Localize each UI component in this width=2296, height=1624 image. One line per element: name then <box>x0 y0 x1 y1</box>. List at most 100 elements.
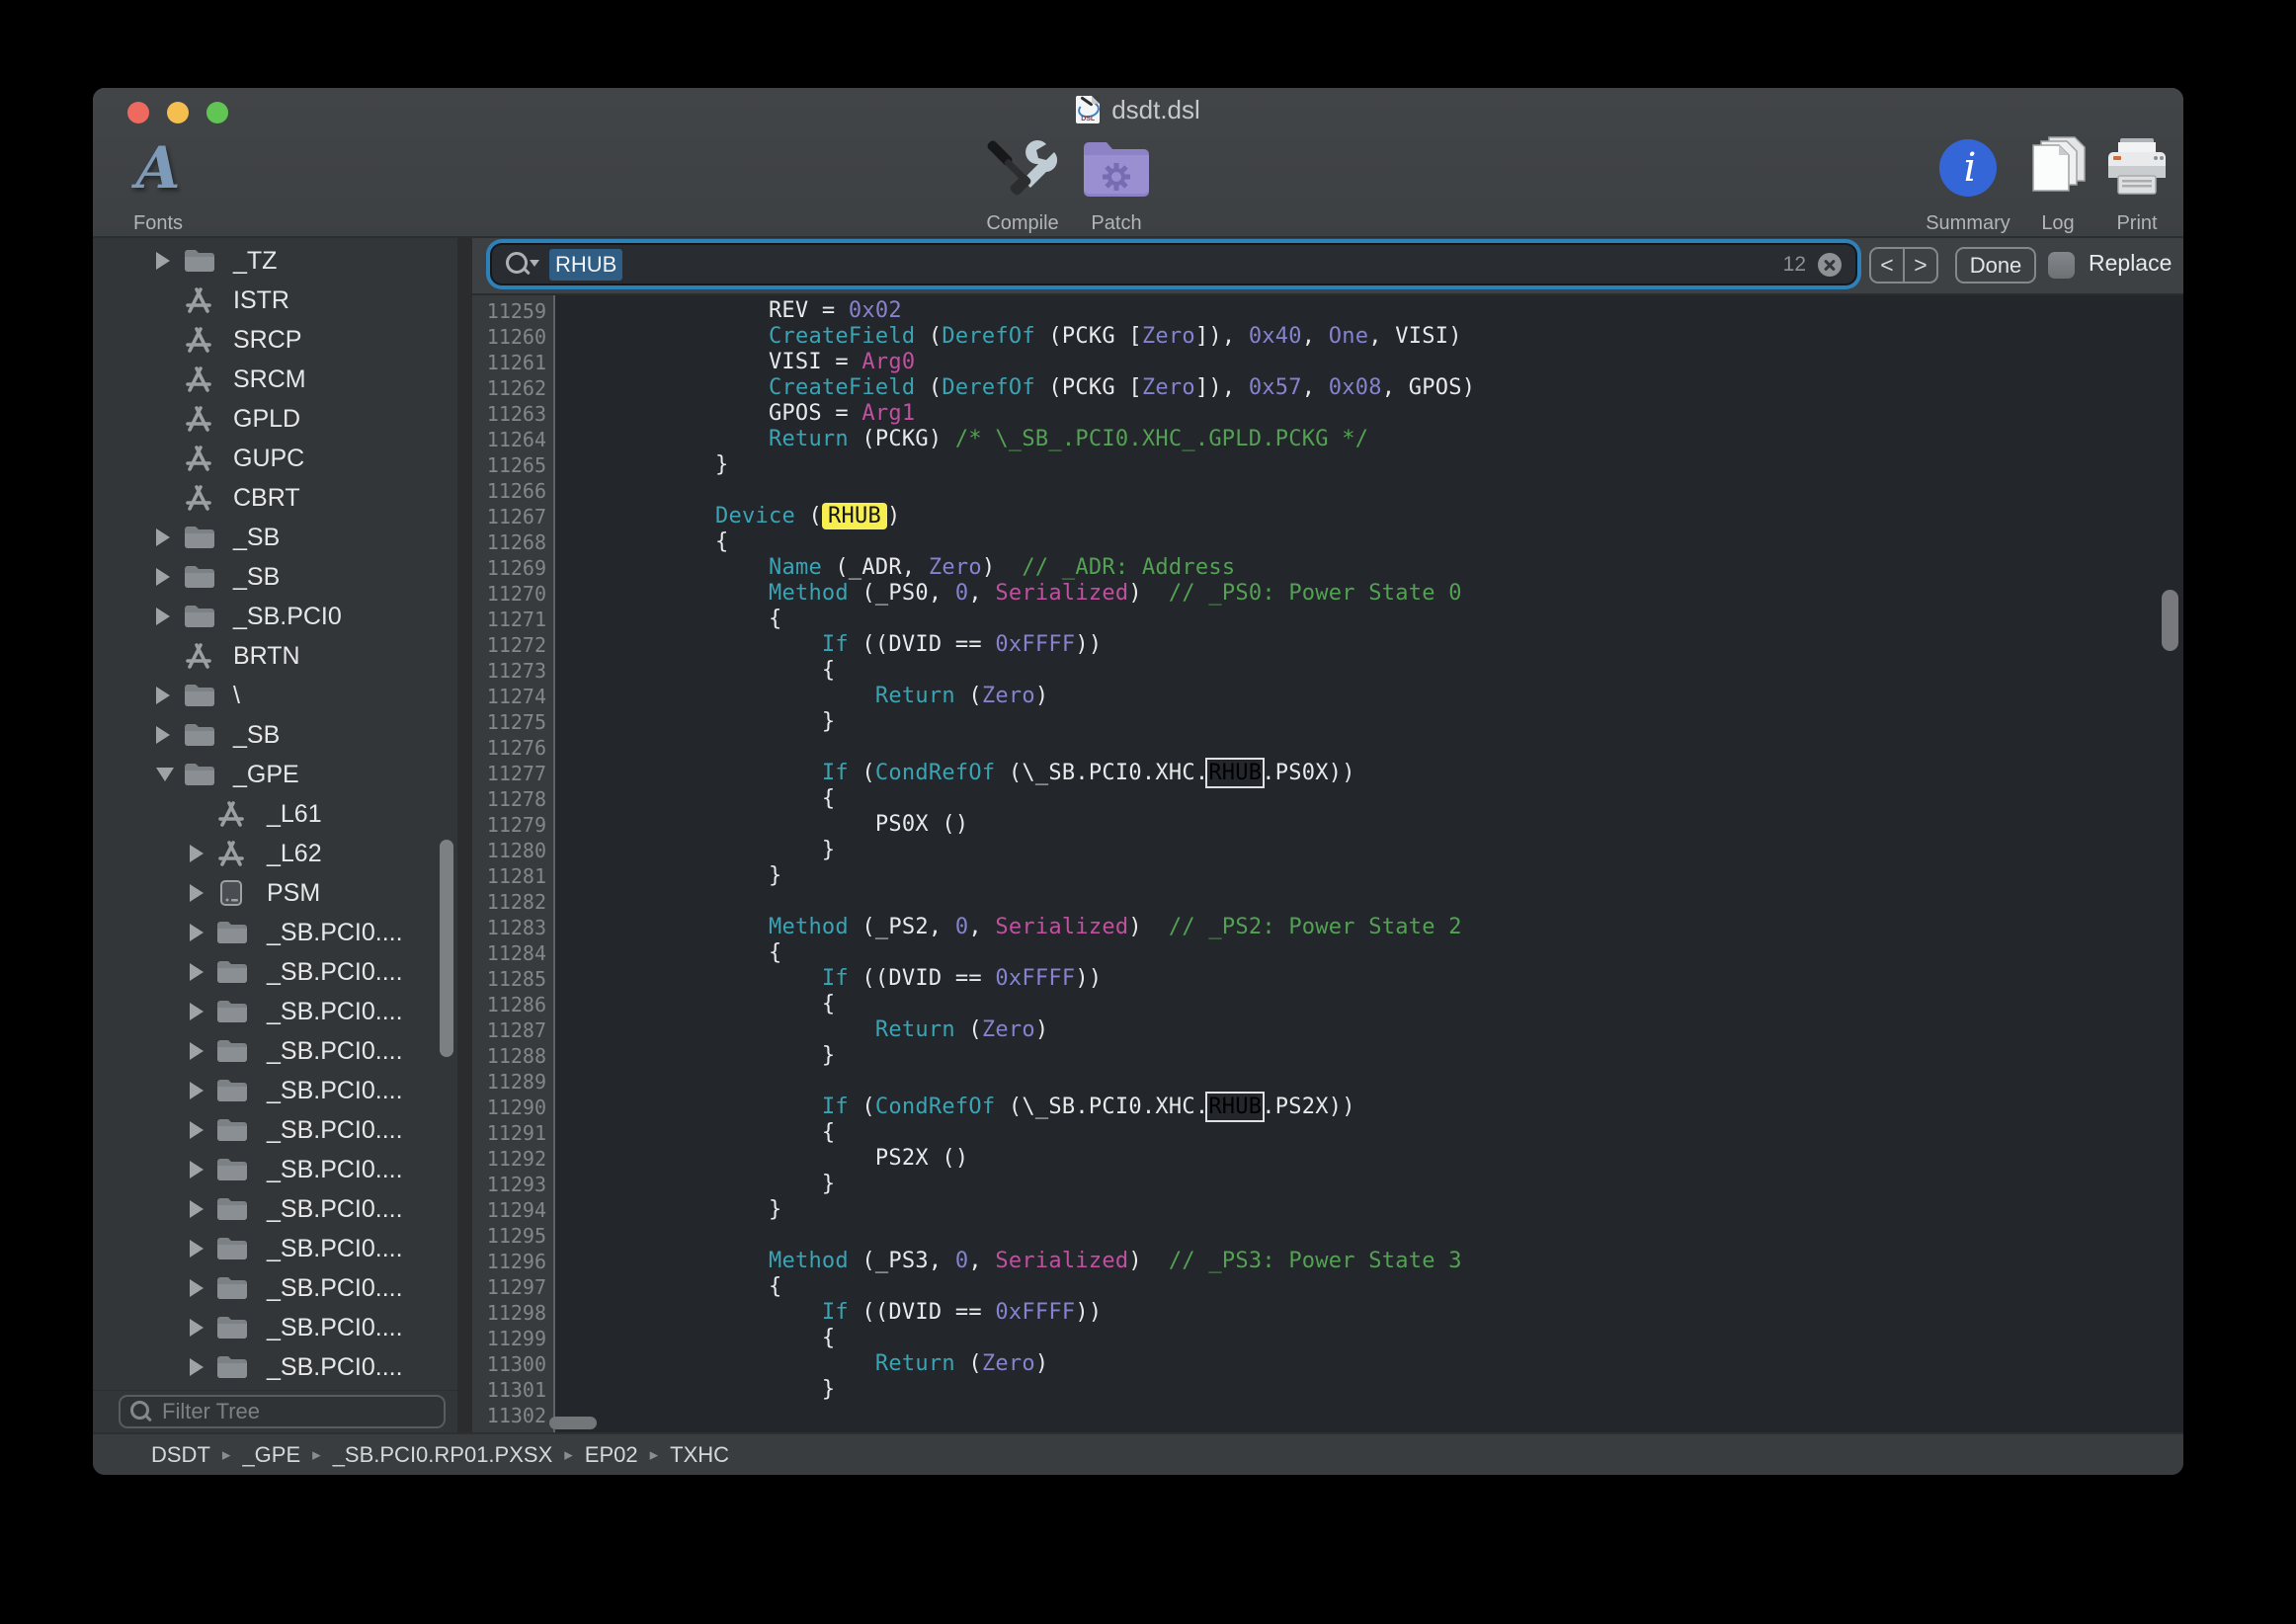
code-line[interactable]: PS0X () <box>609 812 2183 838</box>
tree-row-_tz[interactable]: _TZ <box>93 241 457 281</box>
disclosure-right-icon[interactable] <box>190 1042 204 1060</box>
code-line[interactable]: } <box>609 452 2183 478</box>
disclosure-right-icon[interactable] <box>190 963 204 981</box>
tree-row-_sbpci0[interactable]: _SB.PCI0.... <box>93 952 457 992</box>
code-line[interactable] <box>609 1403 2183 1428</box>
sidebar-divider[interactable] <box>457 238 472 1432</box>
code-line[interactable]: { <box>609 1326 2183 1351</box>
done-button[interactable]: Done <box>1955 247 2036 284</box>
disclosure-right-icon[interactable] <box>190 1200 204 1218</box>
code-area[interactable]: REV = 0x02 CreateField (DerefOf (PCKG [Z… <box>555 295 2183 1432</box>
code-line[interactable]: { <box>609 1120 2183 1146</box>
tree-row-istr[interactable]: ISTR <box>93 281 457 320</box>
disclosure-right-icon[interactable] <box>190 1358 204 1376</box>
code-line[interactable]: { <box>609 992 2183 1017</box>
clear-search-icon[interactable] <box>1818 253 1842 277</box>
tree-row-_sbpci0[interactable]: _SB.PCI0.... <box>93 1189 457 1229</box>
code-line[interactable] <box>609 1223 2183 1249</box>
search-menu-icon[interactable] <box>506 252 532 278</box>
disclosure-right-icon[interactable] <box>156 687 170 704</box>
code-line[interactable]: } <box>609 1377 2183 1403</box>
code-line[interactable]: Name (_ADR, Zero) // _ADR: Address <box>609 555 2183 581</box>
tree-row-_sbpci0[interactable]: _SB.PCI0.... <box>93 1347 457 1387</box>
disclosure-right-icon[interactable] <box>190 1161 204 1178</box>
code-line[interactable]: { <box>609 658 2183 684</box>
editor-hscrollbar-thumb[interactable] <box>549 1417 597 1429</box>
code-line[interactable]: Device (RHUB) <box>609 504 2183 529</box>
code-line[interactable]: Method (_PS3, 0, Serialized) // _PS3: Po… <box>609 1249 2183 1274</box>
code-line[interactable]: { <box>609 529 2183 555</box>
code-line[interactable]: CreateField (DerefOf (PCKG [Zero]), 0x57… <box>609 375 2183 401</box>
tree-row-_sbpci0[interactable]: _SB.PCI0.... <box>93 1268 457 1308</box>
code-line[interactable] <box>609 1069 2183 1095</box>
code-line[interactable]: { <box>609 786 2183 812</box>
find-next-button[interactable]: > <box>1905 249 1936 282</box>
tree-row-_sbpci0[interactable]: _SB.PCI0.... <box>93 992 457 1031</box>
code-line[interactable]: Return (Zero) <box>609 1351 2183 1377</box>
tree-row-[interactable]: \ <box>93 676 457 715</box>
code-line[interactable]: VISI = Arg0 <box>609 350 2183 375</box>
code-line[interactable] <box>609 735 2183 761</box>
replace-checkbox[interactable] <box>2048 252 2075 279</box>
code-line[interactable]: GPOS = Arg1 <box>609 401 2183 427</box>
code-line[interactable]: If (CondRefOf (\_SB.PCI0.XHC.RHUB.PS0X)) <box>609 761 2183 786</box>
disclosure-down-icon[interactable] <box>156 768 174 781</box>
disclosure-right-icon[interactable] <box>190 1319 204 1337</box>
code-line[interactable]: } <box>609 709 2183 735</box>
fonts-toolbar-button[interactable]: AFonts <box>93 129 232 235</box>
find-field[interactable]: RHUB 12 <box>492 245 1855 284</box>
tree-row-_sbpci0[interactable]: _SB.PCI0 <box>93 597 457 636</box>
tree-row-gupc[interactable]: GUPC <box>93 439 457 478</box>
tree-row-_sbpci0[interactable]: _SB.PCI0.... <box>93 1071 457 1110</box>
disclosure-right-icon[interactable] <box>190 1003 204 1020</box>
code-line[interactable]: If ((DVID == 0xFFFF)) <box>609 1300 2183 1326</box>
disclosure-right-icon[interactable] <box>156 726 170 744</box>
editor-vscrollbar-thumb[interactable] <box>2162 590 2178 651</box>
code-line[interactable]: { <box>609 940 2183 966</box>
code-line[interactable]: REV = 0x02 <box>609 298 2183 324</box>
tree-row-_sbpci0[interactable]: _SB.PCI0.... <box>93 1110 457 1150</box>
disclosure-right-icon[interactable] <box>156 568 170 586</box>
disclosure-right-icon[interactable] <box>190 845 204 862</box>
code-line[interactable]: } <box>609 1043 2183 1069</box>
disclosure-right-icon[interactable] <box>190 924 204 941</box>
tree-row-_sbpci0[interactable]: _SB.PCI0.... <box>93 913 457 952</box>
tree-row-_sbpci0[interactable]: _SB.PCI0.... <box>93 1308 457 1347</box>
breadcrumb-item[interactable]: _SB.PCI0.RP01.PXSX <box>333 1442 553 1468</box>
disclosure-right-icon[interactable] <box>190 1240 204 1258</box>
code-line[interactable]: Return (Zero) <box>609 684 2183 709</box>
code-line[interactable]: { <box>609 607 2183 632</box>
code-line[interactable]: If (CondRefOf (\_SB.PCI0.XHC.RHUB.PS2X)) <box>609 1095 2183 1120</box>
tree-row-_sb[interactable]: _SB <box>93 518 457 557</box>
breadcrumb-item[interactable]: DSDT <box>151 1442 210 1468</box>
code-line[interactable] <box>609 478 2183 504</box>
tree-row-_sbpci0[interactable]: _SB.PCI0.... <box>93 1150 457 1189</box>
disclosure-right-icon[interactable] <box>190 1121 204 1139</box>
source-editor[interactable]: 1125911260112611126211263112641126511266… <box>472 295 2183 1432</box>
tree-row-_sbpci0[interactable]: _SB.PCI0.... <box>93 1031 457 1071</box>
code-line[interactable]: If ((DVID == 0xFFFF)) <box>609 966 2183 992</box>
code-line[interactable]: } <box>609 1172 2183 1197</box>
tree-row-brtn[interactable]: BRTN <box>93 636 457 676</box>
code-line[interactable]: Return (PCKG) /* \_SB_.PCI0.XHC_.GPLD.PC… <box>609 427 2183 452</box>
tree-row-_gpe[interactable]: _GPE <box>93 755 457 794</box>
tree-row-cbrt[interactable]: CBRT <box>93 478 457 518</box>
tree-row-_sb[interactable]: _SB <box>93 557 457 597</box>
code-line[interactable]: { <box>609 1274 2183 1300</box>
tree-row-_sb[interactable]: _SB <box>93 715 457 755</box>
code-line[interactable]: } <box>609 863 2183 889</box>
code-line[interactable]: PS2X () <box>609 1146 2183 1172</box>
breadcrumb-item[interactable]: _GPE <box>242 1442 300 1468</box>
disclosure-right-icon[interactable] <box>156 608 170 625</box>
tree-row-_sbpci0[interactable]: _SB.PCI0.... <box>93 1229 457 1268</box>
code-line[interactable]: Return (Zero) <box>609 1017 2183 1043</box>
disclosure-right-icon[interactable] <box>156 252 170 270</box>
tree-row-gpld[interactable]: GPLD <box>93 399 457 439</box>
tree-row-psm[interactable]: PSM <box>93 873 457 913</box>
code-line[interactable] <box>609 889 2183 915</box>
code-line[interactable]: Method (_PS2, 0, Serialized) // _PS2: Po… <box>609 915 2183 940</box>
code-line[interactable]: If ((DVID == 0xFFFF)) <box>609 632 2183 658</box>
breadcrumb-item[interactable]: EP02 <box>585 1442 638 1468</box>
tree-row-_l62[interactable]: _L62 <box>93 834 457 873</box>
tree-row-srcp[interactable]: SRCP <box>93 320 457 360</box>
